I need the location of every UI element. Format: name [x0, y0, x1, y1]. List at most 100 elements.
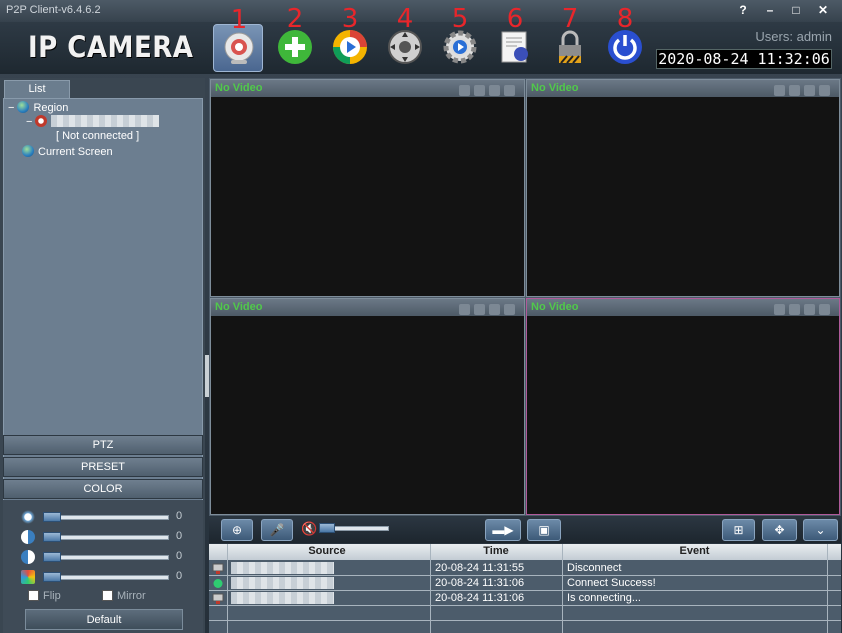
collapse-icon[interactable]: −: [8, 102, 17, 114]
close-stream-icon[interactable]: [504, 85, 515, 96]
log-time: 20-08-24 11:31:55: [435, 562, 525, 574]
current-screen-label: Current Screen: [38, 146, 113, 158]
camera-icon: ▣: [538, 523, 550, 537]
mirror-checkbox[interactable]: Mirror: [102, 590, 146, 602]
minimize-button[interactable]: –: [760, 2, 780, 19]
video-cell-3[interactable]: No Video: [210, 298, 525, 515]
slider-track[interactable]: [43, 575, 169, 580]
speaker-mute-icon[interactable]: 🔇: [301, 521, 317, 537]
saturation-slider[interactable]: 0: [21, 550, 191, 564]
close-stream-icon[interactable]: [504, 304, 515, 315]
column-source[interactable]: Source: [227, 545, 427, 557]
collapse-icon[interactable]: −: [26, 116, 35, 128]
close-button[interactable]: ✕: [813, 2, 833, 19]
slider-handle[interactable]: [43, 512, 61, 522]
volume-handle[interactable]: [319, 523, 335, 533]
snapshot-icon[interactable]: [804, 304, 815, 315]
cell-controls: [770, 83, 836, 96]
preset-panel-button[interactable]: PRESET: [3, 457, 203, 477]
ptz-control-button[interactable]: 4: [380, 4, 430, 72]
color-panel-button[interactable]: COLOR: [3, 479, 203, 499]
log-button[interactable]: 6: [490, 4, 540, 72]
ptz-panel-button[interactable]: PTZ: [3, 435, 203, 455]
device-status: [ Not connected ]: [56, 130, 140, 142]
zoom-icon: ⊕: [231, 523, 243, 537]
snapshot-icon[interactable]: [489, 304, 500, 315]
close-stream-icon[interactable]: [819, 304, 830, 315]
record-button[interactable]: ▬▶: [485, 519, 521, 541]
slider-track[interactable]: [43, 535, 169, 540]
cell-controls: [455, 302, 521, 315]
contrast-icon: [21, 530, 35, 544]
device-name-redacted: [51, 115, 160, 127]
video-grid: No Video No Video No Video No Video: [209, 78, 841, 516]
region-label: Region: [33, 102, 69, 114]
audio-icon[interactable]: [789, 304, 800, 315]
audio-icon[interactable]: [474, 85, 485, 96]
help-button[interactable]: ?: [733, 2, 753, 19]
video-cell-2[interactable]: No Video: [526, 79, 840, 297]
add-device-button[interactable]: 2: [270, 4, 320, 72]
window-title: P2P Client-v6.4.6.2: [6, 4, 101, 16]
exit-button[interactable]: 8: [600, 4, 650, 72]
column-time[interactable]: Time: [430, 545, 562, 557]
slider-handle[interactable]: [43, 532, 61, 542]
talk-button[interactable]: 🎤: [261, 519, 293, 541]
video-cell-4[interactable]: No Video: [526, 298, 840, 515]
log-document-icon: [501, 31, 528, 63]
table-row[interactable]: 20-08-24 11:31:55 Disconnect: [209, 561, 841, 576]
globe-icon: [22, 145, 34, 157]
video-cell-1[interactable]: No Video: [210, 79, 525, 297]
record-icon[interactable]: [774, 304, 785, 315]
contrast-slider[interactable]: 0: [21, 530, 191, 544]
tree-node-current-screen[interactable]: Current Screen: [22, 145, 113, 158]
fullscreen-icon: ✥: [774, 523, 785, 537]
datetime-display: 2020-08-24 11:32:06: [656, 49, 832, 69]
record-icon[interactable]: [774, 85, 785, 96]
playback-button[interactable]: 3: [325, 4, 375, 72]
slider-track[interactable]: [43, 515, 169, 520]
lock-button[interactable]: 7: [545, 4, 595, 72]
camera-device-icon: [35, 115, 48, 127]
table-row[interactable]: 20-08-24 11:31:06 Connect Success!: [209, 576, 841, 591]
column-event[interactable]: Event: [562, 545, 827, 557]
hue-slider[interactable]: 0: [21, 570, 191, 584]
brightness-slider[interactable]: 0: [21, 510, 191, 524]
tree-node-device[interactable]: −: [26, 115, 160, 128]
column-divider: [562, 544, 563, 633]
settings-button[interactable]: 5: [435, 4, 485, 72]
add-icon: [278, 30, 312, 64]
event-log-header: Source Time Event: [209, 544, 841, 560]
table-row[interactable]: 20-08-24 11:31:06 Is connecting...: [209, 591, 841, 606]
more-button[interactable]: ⌄: [803, 519, 838, 541]
app-window: P2P Client-v6.4.6.2 ? – □ ✕ IP CAMERA 1 …: [0, 0, 842, 633]
snapshot-button[interactable]: ▣: [527, 519, 561, 541]
slider-track[interactable]: [43, 555, 169, 560]
snapshot-icon[interactable]: [489, 85, 500, 96]
toolbar-live-view-button[interactable]: 1: [213, 5, 263, 72]
default-button[interactable]: Default: [25, 609, 183, 630]
flip-label: Flip: [43, 590, 61, 602]
tab-list[interactable]: List: [4, 80, 70, 98]
grid-layout-icon: ⊞: [733, 523, 744, 537]
snapshot-icon[interactable]: [804, 85, 815, 96]
layout-grid-button[interactable]: ⊞: [722, 519, 755, 541]
brightness-value: 0: [176, 510, 183, 522]
zoom-button[interactable]: ⊕: [221, 519, 253, 541]
checkbox-box[interactable]: [28, 590, 39, 601]
audio-icon[interactable]: [789, 85, 800, 96]
slider-handle[interactable]: [43, 572, 61, 582]
cell-controls: [455, 83, 521, 96]
close-stream-icon[interactable]: [819, 85, 830, 96]
saturation-icon: [21, 550, 35, 564]
saturation-value: 0: [176, 550, 183, 562]
flip-checkbox[interactable]: Flip: [28, 590, 61, 602]
maximize-button[interactable]: □: [786, 2, 806, 19]
slider-handle[interactable]: [43, 552, 61, 562]
checkbox-box[interactable]: [102, 590, 113, 601]
audio-icon[interactable]: [474, 304, 485, 315]
fullscreen-button[interactable]: ✥: [762, 519, 797, 541]
tree-node-region[interactable]: − Region: [8, 101, 68, 114]
record-icon[interactable]: [459, 85, 470, 96]
record-icon[interactable]: [459, 304, 470, 315]
